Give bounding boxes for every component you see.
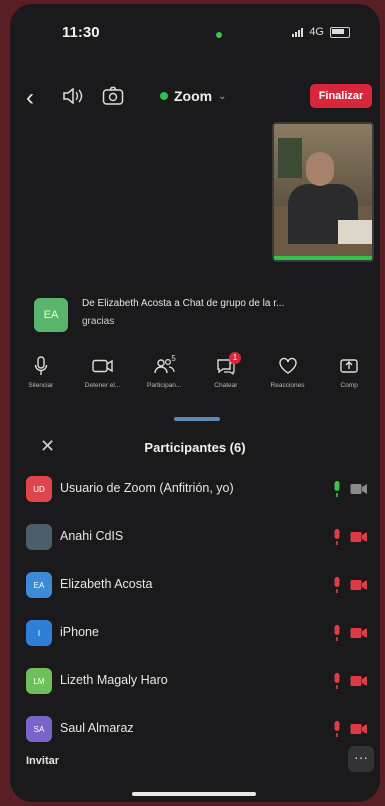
participant-row[interactable]: IiPhone xyxy=(10,614,380,654)
toolbar-label: Chatear xyxy=(214,382,238,389)
self-video-thumbnail[interactable] xyxy=(272,122,374,262)
heart-icon xyxy=(278,356,298,376)
participant-name: Anahi CdIS xyxy=(60,529,124,543)
participant-avatar: UD xyxy=(26,476,52,502)
chat-unread-badge: 1 xyxy=(229,352,242,364)
video-off-icon xyxy=(350,674,368,692)
toolbar-label: Comp xyxy=(340,382,358,389)
reactions-button[interactable]: Reacciones xyxy=(257,356,319,408)
signal-icon xyxy=(292,27,304,37)
toolbar-label: Silenciar xyxy=(28,382,54,389)
battery-icon xyxy=(330,26,350,38)
participant-name: Usuario de Zoom (Anfitrión, yo) xyxy=(60,481,234,495)
share-icon xyxy=(339,356,359,376)
recording-indicator xyxy=(216,32,222,38)
mic-muted-icon xyxy=(332,528,342,551)
microphone-icon xyxy=(332,480,342,503)
network-label: 4G xyxy=(309,26,324,38)
toolbar-label: Reacciones xyxy=(270,382,305,389)
chat-notification[interactable]: EA De Elizabeth Acosta a Chat de grupo d… xyxy=(20,292,370,338)
participant-avatar: SA xyxy=(26,716,52,742)
more-options-icon[interactable]: ··· xyxy=(348,746,374,772)
close-icon[interactable]: ✕ xyxy=(40,436,55,457)
participant-avatar: EA xyxy=(26,572,52,598)
video-off-icon xyxy=(350,530,368,548)
video-camera-icon xyxy=(91,356,114,376)
panel-drag-handle[interactable] xyxy=(174,417,220,421)
microphone-icon xyxy=(34,356,48,376)
chevron-down-icon: ⌄ xyxy=(218,90,227,102)
mic-muted-icon xyxy=(332,624,342,647)
video-off-icon xyxy=(350,626,368,644)
participant-name: Saul Almaraz xyxy=(60,721,134,735)
participant-avatar: LM xyxy=(26,668,52,694)
chat-header-text: De Elizabeth Acosta a Chat de grupo de l… xyxy=(82,298,285,309)
meeting-title[interactable]: Zoom ⌄ xyxy=(160,88,227,104)
toolbar-label: Detener el... xyxy=(84,382,121,389)
speaker-icon[interactable] xyxy=(62,87,84,109)
participant-name: Elizabeth Acosta xyxy=(60,577,153,591)
mic-muted-icon xyxy=(332,576,342,599)
video-off-icon xyxy=(350,578,368,596)
switch-camera-icon[interactable] xyxy=(102,86,124,111)
chat-message-text: gracias xyxy=(82,316,115,327)
status-indicators: 4G xyxy=(292,26,350,38)
participant-avatar xyxy=(26,524,52,550)
meeting-toolbar: Silenciar Detener el... 5 Participan... … xyxy=(10,352,380,408)
participants-button[interactable]: 5 Participan... xyxy=(133,354,195,408)
participant-row[interactable]: Anahi CdIS xyxy=(10,518,380,558)
secure-dot-icon xyxy=(160,92,168,100)
home-indicator xyxy=(132,792,256,796)
phone-screen: 11:30 4G ‹ Zoom ⌄ Finalizar EA De Elizab… xyxy=(10,4,380,802)
mic-muted-icon xyxy=(332,672,342,695)
participant-row[interactable]: EA Elizabeth Acosta xyxy=(10,566,380,606)
participant-row[interactable]: SA Saul Almaraz xyxy=(10,710,380,750)
share-button[interactable]: Comp xyxy=(318,356,380,408)
participant-row[interactable]: LM Lizeth Magaly Haro xyxy=(10,662,380,702)
participants-count: 5 xyxy=(171,354,176,363)
participants-panel-title: Participantes (6) xyxy=(144,440,246,455)
invite-button[interactable]: Invitar xyxy=(20,754,65,768)
video-off-icon xyxy=(350,722,368,740)
end-meeting-button[interactable]: Finalizar xyxy=(310,84,372,108)
status-time: 11:30 xyxy=(62,24,100,41)
participant-name: Lizeth Magaly Haro xyxy=(60,673,168,687)
stop-video-button[interactable]: Detener el... xyxy=(72,356,134,408)
meeting-title-label: Zoom xyxy=(174,88,213,104)
toolbar-label: Participan... xyxy=(147,382,182,389)
participant-avatar: I xyxy=(26,620,52,646)
video-camera-icon xyxy=(350,482,368,500)
chat-button[interactable]: 1 Chatear xyxy=(195,352,257,408)
mic-muted-icon xyxy=(332,720,342,743)
mute-button[interactable]: Silenciar xyxy=(10,356,72,408)
chat-sender-avatar: EA xyxy=(34,298,68,332)
participant-row[interactable]: UD Usuario de Zoom (Anfitrión, yo) xyxy=(10,470,380,510)
back-chevron-icon[interactable]: ‹ xyxy=(26,84,34,112)
participant-name: iPhone xyxy=(60,625,99,639)
